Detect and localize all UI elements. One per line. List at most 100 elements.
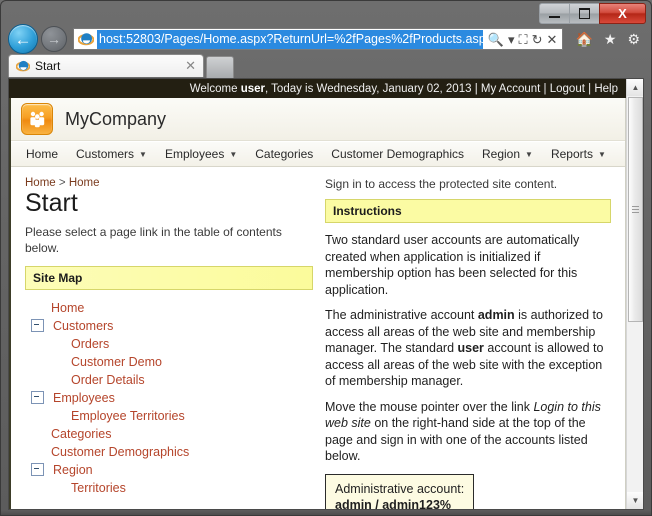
close-button[interactable]: X — [599, 3, 646, 24]
stop-icon[interactable]: ✕ — [547, 33, 558, 46]
logout-link[interactable]: Logout — [550, 83, 585, 95]
tree-item-label[interactable]: Region — [53, 463, 93, 477]
chevron-down-icon: ▼ — [525, 149, 533, 159]
tree-item-customers[interactable]: Customers — [25, 317, 313, 335]
breadcrumb: Home > Home — [25, 177, 313, 189]
chevron-down-icon: ▼ — [139, 149, 147, 159]
welcome-username: user — [240, 82, 265, 95]
maximize-button[interactable] — [569, 3, 600, 24]
instructions-paragraph-2: The administrative account admin is auth… — [325, 307, 611, 390]
tree-item-label[interactable]: Employees — [53, 391, 115, 405]
breadcrumb-item-home[interactable]: Home — [25, 177, 56, 189]
tree-item-orders[interactable]: Orders — [25, 335, 313, 353]
sitemap-panel-header: Site Map — [25, 265, 313, 290]
forward-button[interactable]: → — [41, 26, 67, 52]
address-bar[interactable]: host:52803/Pages/Home.aspx?ReturnUrl=%2f… — [73, 28, 564, 50]
tree-item-employees[interactable]: Employees — [25, 389, 313, 407]
tree-item-label[interactable]: Orders — [71, 337, 109, 351]
compatibility-view-icon[interactable]: ⛶ — [519, 33, 528, 46]
tree-item-customer-demo[interactable]: Customer Demo — [25, 353, 313, 371]
menu-label: Customers — [76, 147, 135, 161]
home-icon[interactable]: 🏠 — [575, 32, 592, 46]
tools-gear-icon[interactable]: ⚙ — [627, 32, 640, 46]
welcome-separator: | — [588, 82, 592, 95]
collapse-icon[interactable] — [31, 319, 44, 333]
welcome-separator: | — [543, 82, 547, 95]
tab-strip: Start ✕ — [8, 54, 644, 78]
scroll-down-button[interactable]: ▼ — [627, 492, 643, 509]
close-icon: X — [618, 6, 627, 21]
menu-item-customer-demographics[interactable]: Customer Demographics — [322, 143, 473, 165]
tree-item-label[interactable]: Customers — [53, 319, 113, 333]
browser-toolbar-icons: 🏠 ★ ⚙ — [575, 32, 640, 46]
collapse-icon[interactable] — [31, 391, 44, 405]
admin-account-name: admin — [477, 308, 515, 322]
back-button[interactable]: ← — [8, 24, 38, 54]
menu-item-region[interactable]: Region ▼ — [473, 143, 542, 165]
menu-label: Region — [482, 147, 521, 161]
right-column: Sign in to access the protected site con… — [325, 177, 611, 509]
tree-item-label[interactable]: Home — [51, 301, 84, 315]
tree-item-label[interactable]: Territories — [71, 481, 126, 495]
breadcrumb-separator: > — [58, 177, 66, 189]
tree-item-employee-territories[interactable]: Employee Territories — [25, 407, 313, 425]
tree-item-label[interactable]: Customer Demo — [71, 355, 162, 369]
collapse-icon[interactable] — [31, 463, 44, 477]
favorites-star-icon[interactable]: ★ — [604, 32, 617, 46]
welcome-prefix: Welcome — [189, 82, 238, 95]
tree-item-territories[interactable]: Territories — [25, 479, 313, 497]
chevron-down-icon[interactable]: ▾ — [508, 33, 515, 46]
tree-item-order-details[interactable]: Order Details — [25, 371, 313, 389]
menu-item-categories[interactable]: Categories — [246, 143, 322, 165]
browser-navigation-bar: ← → host:52803/Pages/Home.aspx?ReturnUrl… — [8, 24, 644, 54]
scrollbar-thumb[interactable] — [628, 97, 643, 322]
tree-item-customer-demographics[interactable]: Customer Demographics — [25, 443, 313, 461]
minimize-button[interactable] — [539, 3, 570, 24]
new-tab-button[interactable] — [206, 56, 234, 78]
menu-label: Categories — [255, 147, 314, 161]
sitemap-tree: Home Customers Orders Customer Demo Orde… — [25, 299, 313, 497]
signin-prompt: Sign in to access the protected site con… — [325, 177, 558, 191]
tab-start[interactable]: Start ✕ — [8, 54, 204, 77]
page-scrollbar[interactable]: ▲ ▼ — [626, 79, 643, 509]
refresh-icon[interactable]: ↻ — [532, 33, 543, 46]
address-input-value[interactable]: host:52803/Pages/Home.aspx?ReturnUrl=%2f… — [97, 29, 483, 49]
tree-item-label[interactable]: Order Details — [71, 373, 145, 387]
address-bar-icons: 🔍 ▾ ⛶ ↻ ✕ — [483, 33, 561, 46]
breadcrumb-item-current[interactable]: Home — [69, 177, 100, 189]
left-column: Home > Home Start Please select a page l… — [25, 177, 325, 497]
para3-part-a: Move the mouse pointer over the link — [325, 399, 534, 414]
user-account-name: user — [457, 341, 484, 355]
menu-label: Reports — [550, 147, 593, 161]
admin-account-box: Administrative account: admin / admin123… — [325, 473, 475, 509]
page-title: Start — [25, 189, 78, 217]
scrollbar-grip-icon — [632, 204, 639, 215]
tree-item-region[interactable]: Region — [25, 461, 313, 479]
help-link[interactable]: Help — [594, 83, 618, 95]
close-icon[interactable]: ✕ — [182, 58, 199, 74]
tree-item-home[interactable]: Home — [25, 299, 313, 317]
menu-label: Home — [26, 147, 59, 161]
menu-label: Customer Demographics — [331, 147, 464, 161]
tree-item-label[interactable]: Categories — [51, 427, 111, 441]
para2-part-a: The administrative account — [325, 308, 478, 322]
minimize-icon — [549, 16, 560, 18]
menu-item-reports[interactable]: Reports ▼ — [542, 143, 615, 165]
menu-item-home[interactable]: Home — [17, 143, 67, 165]
tree-item-label[interactable]: Employee Territories — [71, 409, 185, 423]
tree-item-label[interactable]: Customer Demographics — [51, 445, 189, 459]
main-menu: Home Customers ▼ Employees ▼ Categories Cu… — [11, 141, 625, 167]
window-bottom-strip — [0, 510, 652, 516]
scroll-up-button[interactable]: ▲ — [627, 79, 643, 96]
welcome-separator: | — [474, 82, 478, 95]
search-icon[interactable]: 🔍 — [488, 33, 504, 46]
chevron-down-icon: ▼ — [597, 149, 606, 159]
instructions-panel-header: Instructions — [325, 199, 611, 223]
site-header: MyCompany — [11, 98, 625, 141]
menu-item-employees[interactable]: Employees ▼ — [156, 143, 246, 165]
company-logo-icon — [21, 103, 53, 135]
my-account-link[interactable]: My Account — [481, 83, 540, 95]
internet-explorer-icon — [16, 59, 30, 73]
menu-item-customers[interactable]: Customers ▼ — [67, 143, 156, 165]
tree-item-categories[interactable]: Categories — [25, 425, 313, 443]
